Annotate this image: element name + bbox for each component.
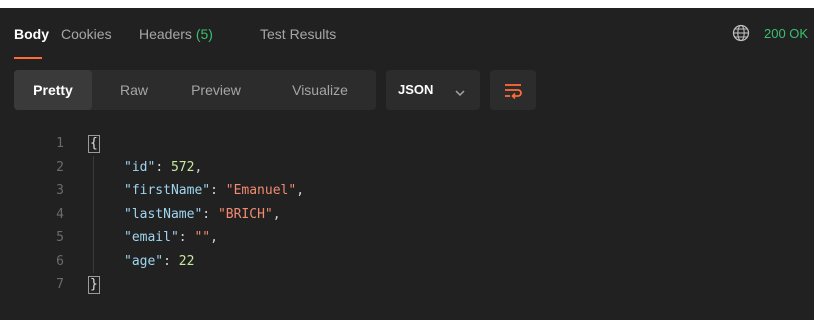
code-text: "age": 22 xyxy=(124,250,194,274)
cropped-header-fragment xyxy=(0,0,814,8)
json-key: "age" xyxy=(124,253,164,269)
code-line: 6 "age": 22 xyxy=(0,250,814,274)
json-value: "" xyxy=(194,230,211,245)
json-comma: , xyxy=(210,230,218,245)
json-separator: : xyxy=(210,183,226,198)
open-brace: { xyxy=(88,135,100,153)
json-separator: : xyxy=(178,230,195,245)
json-separator: : xyxy=(202,206,218,222)
code-text: "lastName": "BRICH", xyxy=(124,203,281,227)
view-mode-raw[interactable]: Raw xyxy=(106,70,162,110)
json-value: 22 xyxy=(178,253,195,269)
json-value: "BRICH" xyxy=(217,206,273,222)
code-line: 3 "firstName": "Emanuel", xyxy=(0,179,814,203)
code-text: { xyxy=(88,132,100,156)
tab-headers-label: Headers xyxy=(139,26,192,42)
close-brace: } xyxy=(88,276,100,294)
json-key: "email" xyxy=(124,230,179,245)
wrap-lines-icon xyxy=(505,84,522,100)
response-tabs: Body Cookies Headers (5) Test Results 20… xyxy=(0,8,814,62)
json-key: "id" xyxy=(124,159,156,175)
json-key: "firstName" xyxy=(124,183,211,198)
view-mode-visualize[interactable]: Visualize xyxy=(272,70,368,110)
code-line: 5 "email": "", xyxy=(0,226,814,250)
status-code[interactable]: 200 OK xyxy=(764,26,808,41)
json-separator: : xyxy=(155,159,171,175)
code-text: "email": "", xyxy=(124,226,218,250)
line-number: 7 xyxy=(56,277,64,292)
json-code-view[interactable]: 1 { 2 "id": 572, 3 "firstName": "Emanuel… xyxy=(0,132,814,297)
line-number: 5 xyxy=(56,230,64,245)
json-comma: , xyxy=(272,206,281,222)
line-number: 6 xyxy=(56,253,64,269)
code-line: 7 } xyxy=(0,273,814,297)
json-value: "Emanuel" xyxy=(225,183,297,198)
line-number: 1 xyxy=(56,136,64,151)
tab-test-results[interactable]: Test Results xyxy=(260,26,336,42)
code-text: "id": 572, xyxy=(124,156,202,180)
line-number: 4 xyxy=(56,206,64,222)
tab-body[interactable]: Body xyxy=(14,26,49,42)
chevron-down-icon xyxy=(454,85,466,97)
code-text: "firstName": "Emanuel", xyxy=(124,179,304,203)
code-line: 2 "id": 572, xyxy=(0,156,814,180)
active-tab-indicator xyxy=(14,57,42,59)
json-comma: , xyxy=(296,183,305,198)
code-line: 4 "lastName": "BRICH", xyxy=(0,203,814,227)
tab-headers[interactable]: Headers (5) xyxy=(139,26,213,42)
body-toolbar: Pretty Raw Preview Visualize JSON xyxy=(0,62,814,120)
json-value: 572 xyxy=(170,159,195,175)
response-panel: Body Cookies Headers (5) Test Results 20… xyxy=(0,8,814,320)
json-separator: : xyxy=(163,253,179,269)
format-select-value: JSON xyxy=(398,82,434,97)
view-mode-switcher: Pretty Raw Preview Visualize xyxy=(14,70,376,110)
line-number: 3 xyxy=(56,183,64,198)
globe-icon[interactable] xyxy=(732,24,750,42)
json-key: "lastName" xyxy=(124,206,203,222)
wrap-lines-button[interactable] xyxy=(490,70,536,110)
tab-cookies[interactable]: Cookies xyxy=(61,26,112,42)
format-select[interactable]: JSON xyxy=(386,70,480,110)
headers-count-badge: (5) xyxy=(195,26,213,42)
view-mode-pretty[interactable]: Pretty xyxy=(14,70,92,110)
code-text: } xyxy=(88,273,100,297)
json-comma: , xyxy=(194,159,203,175)
line-number: 2 xyxy=(56,159,64,175)
code-line: 1 { xyxy=(0,132,814,156)
view-mode-preview[interactable]: Preview xyxy=(174,70,258,110)
